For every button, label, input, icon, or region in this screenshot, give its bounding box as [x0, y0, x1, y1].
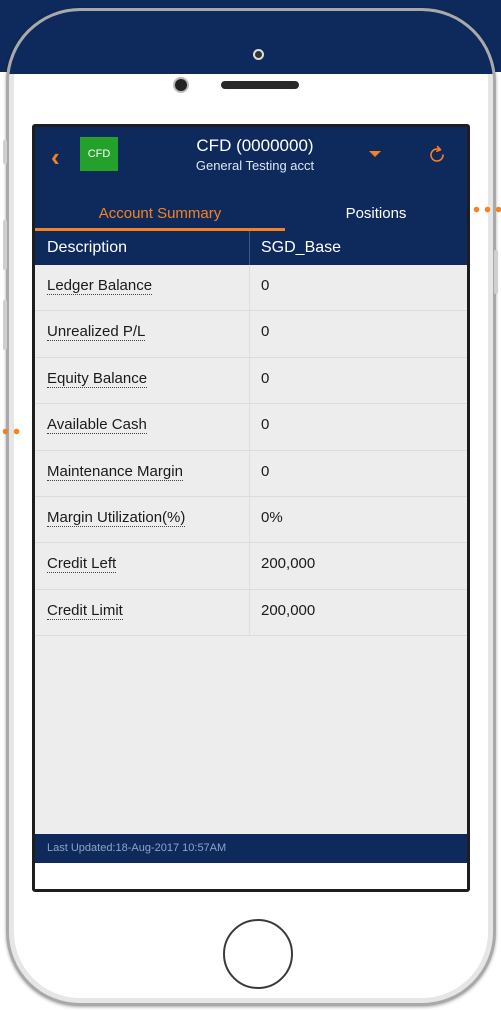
table-header: Description SGD_Base — [35, 231, 467, 265]
row-label[interactable]: Maintenance Margin — [47, 463, 183, 481]
summary-table: Ledger Balance 0 Unrealized P/L 0 Equity… — [35, 265, 467, 637]
column-header-description: Description — [47, 239, 128, 256]
row-label[interactable]: Credit Limit — [47, 602, 123, 620]
phone-side-button — [494, 250, 498, 294]
row-value: 200,000 — [261, 601, 316, 619]
column-divider — [249, 496, 250, 543]
column-divider — [249, 404, 250, 450]
row-label[interactable]: Margin Utilization(%) — [47, 509, 186, 527]
table-row: Unrealized P/L 0 — [35, 311, 467, 358]
home-button[interactable] — [223, 919, 293, 989]
table-row: Margin Utilization(%) 0% — [35, 496, 467, 544]
row-value: 0 — [261, 323, 270, 341]
column-divider — [249, 265, 250, 311]
row-label[interactable]: Ledger Balance — [47, 278, 153, 295]
phone-top-band — [9, 11, 493, 74]
row-value: 0 — [261, 416, 270, 434]
bottom-spacer — [35, 863, 467, 889]
row-value: 200,000 — [261, 555, 316, 573]
callout-dotted-line — [0, 428, 22, 435]
row-label[interactable]: Credit Left — [47, 556, 117, 574]
tab-positions[interactable]: Positions — [285, 197, 467, 229]
row-value: 0 — [261, 462, 270, 480]
refresh-icon[interactable] — [425, 143, 449, 167]
column-divider — [249, 357, 250, 404]
account-subtitle[interactable]: General Testing acct — [165, 158, 345, 173]
row-label[interactable]: Equity Balance — [47, 370, 148, 388]
column-divider — [249, 450, 250, 496]
phone-side-button — [3, 140, 7, 164]
last-updated-text: Last Updated:18-Aug-2017 10:57AM — [47, 842, 227, 854]
table-row: Credit Left 200,000 — [35, 543, 467, 590]
column-divider — [249, 543, 250, 589]
row-value: 0 — [261, 277, 270, 294]
row-value: 0 — [261, 369, 270, 387]
table-row: Equity Balance 0 — [35, 357, 467, 405]
chevron-left-icon[interactable]: ‹ — [51, 144, 71, 170]
tab-account-summary[interactable]: Account Summary — [35, 197, 285, 229]
column-divider — [249, 589, 250, 636]
camera-lens-icon — [175, 79, 187, 91]
app-screen: ‹ CFD CFD (0000000) General Testing acct… — [32, 124, 470, 892]
table-row: Maintenance Margin 0 — [35, 450, 467, 497]
account-title[interactable]: CFD (0000000) — [165, 136, 345, 156]
account-type-badge: CFD — [80, 137, 118, 171]
column-header-currency: SGD_Base — [261, 239, 342, 256]
status-footer: Last Updated:18-Aug-2017 10:57AM — [35, 834, 467, 863]
caret-down-icon[interactable] — [369, 151, 381, 157]
front-sensor-icon — [255, 51, 262, 58]
table-row: Credit Limit 200,000 — [35, 589, 467, 637]
row-label[interactable]: Unrealized P/L — [47, 324, 146, 342]
phone-side-button — [3, 300, 7, 350]
row-value: 0% — [261, 508, 283, 526]
earpiece-speaker — [221, 81, 299, 89]
table-row: Ledger Balance 0 — [35, 265, 467, 312]
row-label[interactable]: Available Cash — [47, 417, 147, 435]
column-divider — [249, 311, 250, 357]
phone-side-button — [3, 220, 7, 270]
table-row: Available Cash 0 — [35, 404, 467, 451]
column-divider — [249, 231, 250, 265]
app-header: ‹ CFD CFD (0000000) General Testing acct… — [35, 127, 467, 231]
